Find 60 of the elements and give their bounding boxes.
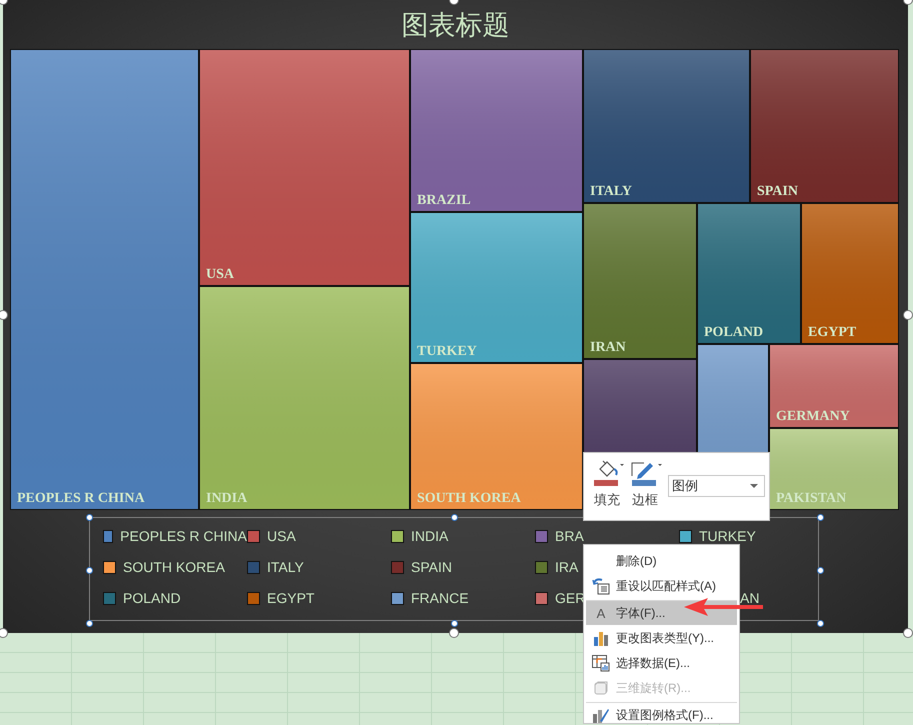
tile-label: USA bbox=[206, 267, 234, 282]
legend-label: EGYPT bbox=[267, 590, 314, 606]
legend-label: TURKEY bbox=[699, 528, 756, 544]
legend-label: POLAND bbox=[123, 590, 181, 606]
treemap-tile[interactable] bbox=[801, 203, 899, 344]
tile-label: IRAN bbox=[590, 340, 626, 355]
treemap-tile[interactable] bbox=[10, 49, 199, 510]
tile-label: SPAIN bbox=[757, 184, 798, 199]
resize-handle[interactable] bbox=[903, 310, 913, 320]
treemap-tile[interactable] bbox=[410, 49, 583, 212]
tile-label: POLAND bbox=[704, 325, 764, 340]
table-icon bbox=[592, 654, 610, 672]
resize-handle[interactable] bbox=[0, 628, 8, 638]
menu-item[interactable]: 重设以匹配样式(A) bbox=[586, 573, 737, 598]
bar-chart-icon bbox=[593, 630, 609, 646]
menu-item[interactable]: A 字体(F)... bbox=[586, 600, 737, 625]
menu-item[interactable]: 设置图例格式(F)... bbox=[586, 702, 737, 725]
legend-label: FRANCE bbox=[411, 590, 469, 606]
treemap-tile[interactable] bbox=[583, 203, 697, 359]
legend-label: IRA bbox=[555, 559, 578, 575]
legend-label: SOUTH KOREA bbox=[123, 559, 225, 575]
legend-label: AN bbox=[740, 590, 760, 606]
legend-label: USA bbox=[267, 528, 296, 544]
treemap-tile[interactable] bbox=[410, 363, 583, 510]
border-button[interactable]: 边框 bbox=[630, 459, 664, 509]
menu-item[interactable]: 删除(D) bbox=[586, 548, 737, 573]
font-icon: A bbox=[596, 606, 606, 620]
legend-label: SPAIN bbox=[411, 559, 452, 575]
paint-bucket-icon bbox=[592, 459, 626, 487]
legend-label: BRA bbox=[555, 528, 584, 544]
treemap-tile[interactable] bbox=[769, 344, 899, 428]
tile-label: SOUTH KOREA bbox=[417, 491, 521, 506]
tile-label: TURKEY bbox=[417, 344, 477, 359]
chart-element-dropdown[interactable]: 图例 bbox=[668, 475, 765, 497]
tile-label: PAKISTAN bbox=[776, 491, 846, 506]
resize-handle[interactable] bbox=[0, 310, 8, 320]
treemap-tile[interactable] bbox=[769, 428, 899, 510]
tile-label: INDIA bbox=[206, 491, 248, 506]
tile-label: BRAZIL bbox=[417, 193, 471, 208]
treemap-tile[interactable] bbox=[410, 212, 583, 363]
caret-icon bbox=[750, 484, 758, 488]
legend-label: INDIA bbox=[411, 528, 448, 544]
legend-label: ITALY bbox=[267, 559, 304, 575]
treemap-tile[interactable] bbox=[199, 286, 410, 510]
format-brush-icon bbox=[592, 706, 610, 724]
treemap-tile[interactable] bbox=[750, 49, 899, 203]
treemap-tile[interactable] bbox=[697, 203, 801, 344]
tile-label: PEOPLES R CHINA bbox=[17, 491, 145, 506]
menu-item[interactable]: 更改图表类型(Y)... bbox=[586, 625, 737, 650]
fill-button[interactable]: 填充 bbox=[592, 459, 626, 509]
menu-item[interactable]: 选择数据(E)... bbox=[586, 650, 737, 675]
tile-label: ITALY bbox=[590, 184, 632, 199]
legend-label: PEOPLES R CHINA bbox=[120, 528, 247, 544]
treemap-tile[interactable] bbox=[583, 49, 750, 203]
treemap-tile[interactable] bbox=[199, 49, 410, 286]
cube-icon bbox=[593, 680, 609, 696]
tile-label: EGYPT bbox=[808, 325, 856, 340]
chart-title[interactable]: 图表标题 bbox=[396, 0, 516, 49]
reset-style-icon bbox=[592, 577, 610, 595]
tile-label: GERMANY bbox=[776, 409, 850, 424]
